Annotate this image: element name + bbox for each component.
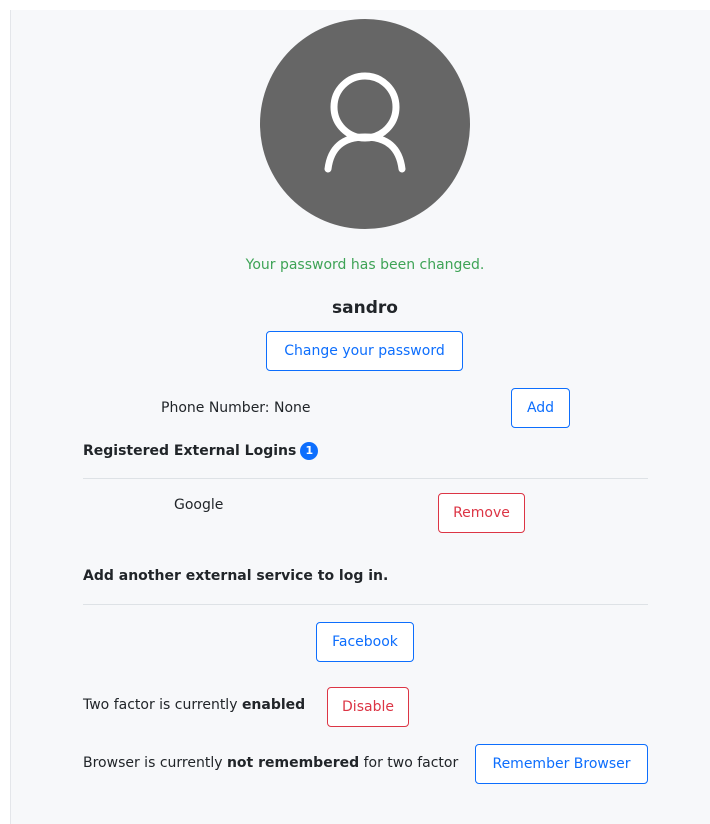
- remove-google-button[interactable]: Remove: [438, 493, 525, 533]
- username: sandro: [332, 298, 398, 318]
- external-logins-heading: Registered External Logins 1: [83, 442, 319, 460]
- remember-browser-button[interactable]: Remember Browser: [475, 744, 648, 784]
- password-changed-message: Your password has been changed.: [245, 257, 485, 273]
- browser-suffix: for two factor: [359, 755, 459, 771]
- two-factor-prefix: Two factor is currently: [83, 697, 242, 713]
- two-factor-status: Two factor is currently enabled: [83, 697, 305, 713]
- add-service-heading: Add another external service to log in.: [83, 568, 389, 584]
- divider: [83, 604, 648, 605]
- browser-prefix: Browser is currently: [83, 755, 227, 771]
- external-logins-count-badge: 1: [300, 442, 319, 460]
- disable-two-factor-button[interactable]: Disable: [327, 687, 409, 727]
- browser-remember-status: Browser is currently not remembered for …: [83, 755, 458, 771]
- browser-state: not remembered: [226, 755, 360, 771]
- two-factor-state: enabled: [241, 697, 306, 713]
- change-password-button[interactable]: Change your password: [266, 331, 463, 371]
- external-login-provider: Google: [174, 497, 224, 513]
- external-logins-title: Registered External Logins: [83, 443, 297, 459]
- avatar: [260, 19, 470, 229]
- divider: [83, 478, 648, 479]
- add-phone-button[interactable]: Add: [511, 388, 570, 428]
- facebook-login-button[interactable]: Facebook: [316, 622, 414, 662]
- user-icon: [324, 72, 406, 173]
- phone-number-label: Phone Number: None: [161, 400, 311, 416]
